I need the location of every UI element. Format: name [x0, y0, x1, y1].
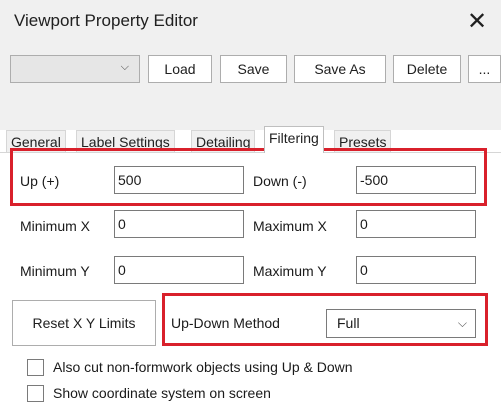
- chevron-down-icon: ⌵: [120, 61, 129, 73]
- delete-button[interactable]: Delete: [393, 55, 461, 83]
- minimum-y-label: Minimum Y: [20, 263, 90, 279]
- minimum-x-input[interactable]: 0: [114, 210, 244, 238]
- maximum-x-input[interactable]: 0: [356, 210, 476, 238]
- maximum-x-label: Maximum X: [253, 218, 327, 234]
- minimum-x-label: Minimum X: [20, 218, 91, 234]
- show-coordinate-label: Show coordinate system on screen: [53, 385, 271, 401]
- show-coordinate-checkbox[interactable]: [27, 385, 44, 402]
- reset-xy-limits-button[interactable]: Reset X Y Limits: [12, 300, 156, 346]
- save-as-button[interactable]: Save As: [294, 55, 386, 83]
- maximum-y-input[interactable]: 0: [356, 256, 476, 284]
- more-button[interactable]: ...: [468, 55, 501, 83]
- up-down-highlight: [10, 148, 487, 206]
- title-bar: Viewport Property Editor ✕: [0, 0, 501, 44]
- method-highlight: [162, 293, 488, 346]
- tab-filtering[interactable]: Filtering: [264, 126, 324, 153]
- cut-non-formwork-label: Also cut non-formwork objects using Up &…: [53, 359, 353, 375]
- preset-combo[interactable]: ⌵: [10, 55, 140, 83]
- cut-non-formwork-checkbox[interactable]: [27, 359, 44, 376]
- minimum-y-input[interactable]: 0: [114, 256, 244, 284]
- save-button[interactable]: Save: [220, 55, 287, 83]
- maximum-y-label: Maximum Y: [253, 263, 327, 279]
- load-button[interactable]: Load: [148, 55, 212, 83]
- close-icon[interactable]: ✕: [462, 7, 492, 37]
- window-title: Viewport Property Editor: [14, 11, 198, 30]
